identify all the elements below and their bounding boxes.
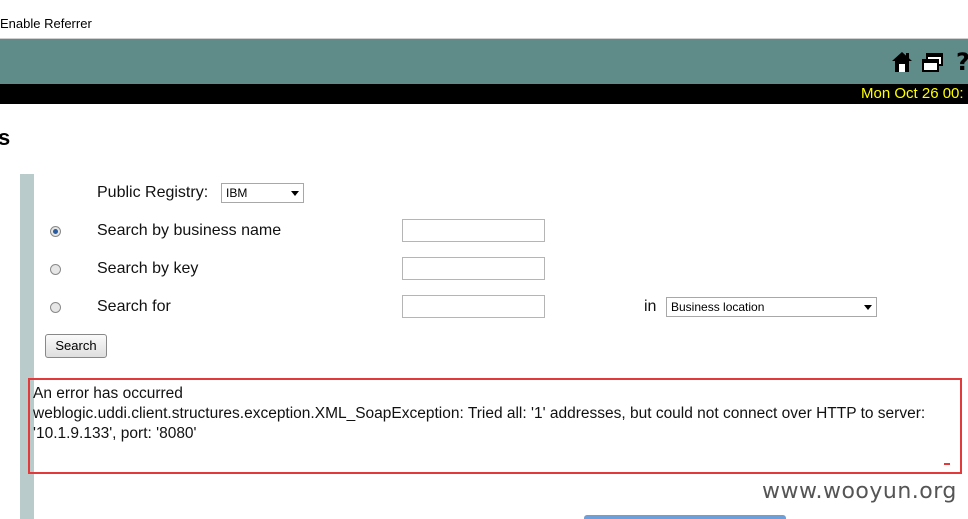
enable-referrer-button[interactable]: Enable Referrer xyxy=(0,16,92,31)
chevron-down-icon xyxy=(291,191,299,196)
header-bar: ? xyxy=(0,39,968,84)
business-name-input[interactable] xyxy=(402,219,545,242)
help-icon[interactable]: ? xyxy=(954,50,968,72)
registry-select-value: IBM xyxy=(226,186,248,200)
location-select[interactable]: Business location xyxy=(666,297,877,317)
search-for-input[interactable] xyxy=(402,295,545,318)
key-input[interactable] xyxy=(402,257,545,280)
radio-search-for[interactable] xyxy=(50,302,61,313)
windows-icon[interactable] xyxy=(922,52,944,74)
error-box-mark xyxy=(944,463,950,465)
error-message-cont: '10.1.9.133', port: '8080' xyxy=(33,425,197,442)
radio-business-name[interactable] xyxy=(50,226,61,237)
date-bar: Mon Oct 26 00: xyxy=(0,84,968,104)
watermark: www.wooyun.org xyxy=(762,479,957,504)
svg-text:?: ? xyxy=(956,50,968,72)
registry-select[interactable]: IBM xyxy=(221,183,304,203)
option-key-label: Search by key xyxy=(97,260,199,277)
radio-key[interactable] xyxy=(50,264,61,275)
date-text: Mon Oct 26 00: xyxy=(861,85,964,102)
option-search-for-label: Search for xyxy=(97,298,171,315)
in-label: in xyxy=(644,298,657,315)
search-button[interactable]: Search xyxy=(45,334,107,358)
error-message: weblogic.uddi.client.structures.exceptio… xyxy=(33,405,926,422)
chevron-down-icon xyxy=(864,305,872,310)
browser-toolbar: Enable Referrer xyxy=(0,0,968,39)
registry-label: Public Registry: xyxy=(97,184,209,201)
option-business-name-label: Search by business name xyxy=(97,222,282,239)
location-select-value: Business location xyxy=(671,300,765,314)
error-heading: An error has occurred xyxy=(33,385,183,402)
home-icon[interactable] xyxy=(891,51,913,73)
page-title: s xyxy=(0,125,11,150)
bottom-tab-edge xyxy=(584,515,786,519)
